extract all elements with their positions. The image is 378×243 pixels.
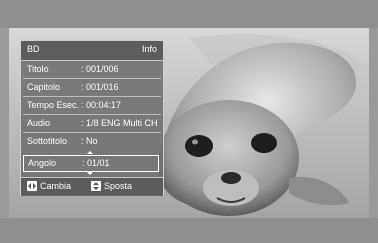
info-panel-header: BD Info [21, 41, 163, 61]
row-label: Tempo Esec. [27, 100, 80, 110]
row-value: : 001/006 [81, 64, 119, 74]
info-row-title[interactable]: Titolo : 001/006 [21, 61, 163, 78]
move-hint: Sposta [91, 181, 151, 193]
left-right-arrows-icon [27, 181, 37, 191]
up-down-arrows-icon [91, 181, 101, 191]
info-row-chapter[interactable]: Capitolo : 001/016 [21, 79, 163, 96]
info-row-elapsed-time[interactable]: Tempo Esec. : 00:04:17 [21, 97, 163, 114]
info-panel: BD Info Titolo : 001/006 Capitolo : 001/… [20, 40, 164, 196]
row-value: : 01/01 [82, 158, 110, 168]
info-row-angle[interactable]: Angolo : 01/01 [23, 155, 159, 172]
move-hint-label: Sposta [104, 181, 133, 191]
row-label: Capitolo [27, 82, 61, 92]
bottom-letterbox [0, 218, 378, 243]
change-hint-label: Cambia [40, 181, 72, 191]
row-label: Angolo [28, 158, 57, 168]
change-hint: Cambia [27, 181, 87, 193]
scroll-down-arrow-icon [87, 172, 93, 175]
row-value: : 001/016 [81, 82, 119, 92]
row-label: Titolo [27, 64, 49, 74]
info-label: Info [141, 44, 157, 54]
scroll-up-arrow-icon [87, 151, 93, 154]
info-row-audio[interactable]: Audio : 1/8 ENG Multi CH [21, 115, 163, 132]
info-panel-footer: Cambia Sposta [21, 177, 163, 196]
row-value: : 00:04:17 [81, 100, 122, 110]
row-label: Sottotitolo [27, 136, 68, 146]
row-value: : No [81, 136, 98, 146]
disc-type-label: BD [27, 44, 40, 54]
row-label: Audio [27, 118, 51, 128]
top-letterbox [0, 0, 378, 28]
row-value: : 1/8 ENG Multi CH [81, 118, 158, 128]
info-row-subtitle[interactable]: Sottotitolo : No [21, 133, 163, 150]
